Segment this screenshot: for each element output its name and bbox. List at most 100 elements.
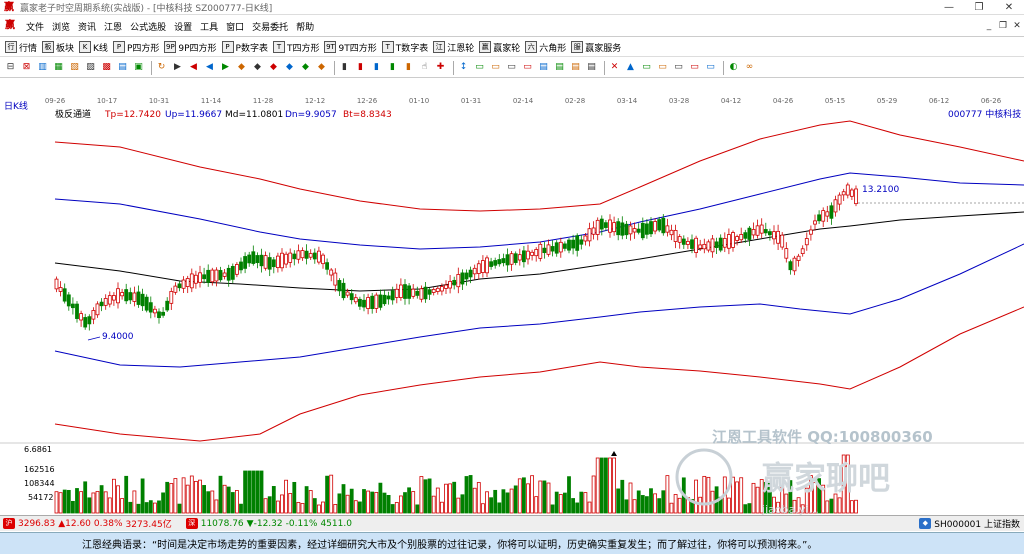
- menu-help[interactable]: 帮助: [296, 20, 314, 33]
- x-tick-label: 05-29: [877, 97, 897, 105]
- drawing-tool-icon[interactable]: ▭: [672, 61, 685, 74]
- drawing-tool-icon[interactable]: ▶: [171, 61, 184, 74]
- maximize-button[interactable]: ❐: [964, 0, 994, 15]
- drawing-tool-icon[interactable]: ☝: [418, 61, 431, 74]
- x-tick-label: 11-14: [201, 97, 222, 105]
- current-index-label[interactable]: SH000001 上证指数: [934, 517, 1020, 530]
- drawing-tool-icon[interactable]: ∞: [743, 61, 756, 74]
- menu-file[interactable]: 文件: [26, 20, 44, 33]
- candle-body: [460, 272, 465, 285]
- candle-body: [788, 261, 793, 271]
- candle-body: [681, 238, 686, 245]
- drawing-tool-icon[interactable]: ▮: [386, 61, 399, 74]
- drawing-tool-icon[interactable]: ▭: [704, 61, 717, 74]
- drawing-tool-icon[interactable]: ↻: [155, 61, 168, 74]
- minimize-button[interactable]: —: [934, 0, 964, 15]
- volume-bar: [362, 489, 366, 514]
- toolbar-button[interactable]: T T四方形: [272, 41, 320, 54]
- drawing-tool-icon[interactable]: ✚: [434, 61, 447, 74]
- volume-bar: [505, 492, 510, 514]
- menu-info[interactable]: 资讯: [78, 20, 96, 33]
- volume-bar: [329, 474, 334, 514]
- menu-tools[interactable]: 工具: [200, 20, 218, 33]
- drawing-tool-icon[interactable]: ▭: [505, 61, 518, 74]
- drawing-tool-icon[interactable]: ▨: [84, 61, 97, 74]
- drawing-tool-icon[interactable]: ▮: [402, 61, 415, 74]
- child-restore-button[interactable]: ❐: [996, 16, 1010, 36]
- toolbar-button[interactable]: P P四方形: [112, 41, 159, 54]
- drawing-tool-icon[interactable]: ▮: [354, 61, 367, 74]
- toolbar-button[interactable]: K K线: [79, 41, 108, 54]
- drawing-tool-icon[interactable]: ▣: [132, 61, 145, 74]
- drawing-tool-icon[interactable]: ▭: [640, 61, 653, 74]
- toolbar-button[interactable]: 9T 9T四方形: [324, 41, 377, 54]
- drawing-tool-icon[interactable]: ▮: [338, 61, 351, 74]
- candle-body: [419, 288, 424, 300]
- watermark-logo-text: 赢家聊吧: [762, 459, 890, 497]
- child-close-button[interactable]: ✕: [1010, 16, 1024, 36]
- toolbar-label: T四方形: [286, 43, 320, 54]
- toolbar-button[interactable]: 赢赢家轮: [479, 41, 520, 54]
- child-minimize-button[interactable]: _: [982, 16, 996, 36]
- volume-bar: [333, 504, 338, 514]
- menu-gann[interactable]: 江恩: [104, 20, 122, 33]
- candle-body: [534, 249, 539, 257]
- drawing-tool-icon[interactable]: ◐: [727, 61, 740, 74]
- drawing-tool-icon[interactable]: ▧: [68, 61, 81, 74]
- drawing-tool-icon[interactable]: ▥: [36, 61, 49, 74]
- drawing-tool-icon[interactable]: ✕: [608, 61, 621, 74]
- drawing-tool-icon[interactable]: ◆: [315, 61, 328, 74]
- menu-settings[interactable]: 设置: [174, 20, 192, 33]
- volume-bar: [292, 481, 297, 514]
- drawing-tool-icon[interactable]: ▶: [219, 61, 232, 74]
- drawing-tool-icon[interactable]: ⊠: [20, 61, 33, 74]
- toolbar-button[interactable]: T T数字表: [381, 41, 428, 54]
- toolbar-button[interactable]: 六六角形: [525, 41, 566, 54]
- drawing-tool-icon[interactable]: ◀: [187, 61, 200, 74]
- volume-bar: [657, 498, 662, 514]
- drawing-tool-icon[interactable]: ▭: [688, 61, 701, 74]
- drawing-tool-icon[interactable]: ▤: [553, 61, 566, 74]
- drawing-tool-icon[interactable]: ▮: [370, 61, 383, 74]
- close-button[interactable]: ✕: [994, 0, 1024, 15]
- drawing-tool-icon[interactable]: ▦: [52, 61, 65, 74]
- drawing-tool-icon[interactable]: ▭: [656, 61, 669, 74]
- drawing-tool-icon[interactable]: ◆: [251, 61, 264, 74]
- menu-trade[interactable]: 交易委托: [252, 20, 288, 33]
- volume-bar: [837, 497, 842, 514]
- drawing-tool-icon[interactable]: ▲: [624, 61, 637, 74]
- toolbar-button[interactable]: 服赢家服务: [571, 41, 621, 54]
- volume-bar: [645, 496, 649, 514]
- toolbar-button[interactable]: 行行情: [5, 41, 37, 54]
- drawing-tool-icon[interactable]: ▭: [521, 61, 534, 74]
- drawing-tool-icon[interactable]: ▤: [537, 61, 550, 74]
- volume-bar: [604, 457, 608, 514]
- drawing-tool-icon[interactable]: ◀: [203, 61, 216, 74]
- drawing-tool-icon[interactable]: ▭: [489, 61, 502, 74]
- toolbar-button[interactable]: P P数字表: [221, 41, 268, 54]
- drawing-tool-icon[interactable]: ↕: [457, 61, 470, 74]
- drawing-tool-icon[interactable]: ▩: [100, 61, 113, 74]
- menu-browse[interactable]: 浏览: [52, 20, 70, 33]
- chart-area[interactable]: 09-26 10-17 10-31 11-14 11-28 12-12 12-26 01-10…: [0, 79, 1024, 516]
- drawing-tool-icon[interactable]: ▤: [569, 61, 582, 74]
- volume-bar: [407, 487, 412, 514]
- drawing-tool-icon[interactable]: ◆: [299, 61, 312, 74]
- toolbar-button[interactable]: 江江恩轮: [433, 41, 474, 54]
- toolbar-button[interactable]: 板板块: [42, 41, 74, 54]
- candle-body: [312, 252, 317, 260]
- drawing-tool-icon[interactable]: ◆: [283, 61, 296, 74]
- volume-bar: [743, 504, 748, 514]
- volume-bar: [345, 494, 350, 514]
- kline-chart[interactable]: 09-26 10-17 10-31 11-14 11-28 12-12 12-26 01-10…: [0, 79, 1024, 516]
- drawing-tool-icon[interactable]: ⊟: [4, 61, 17, 74]
- toolbar-button[interactable]: 9P 9P四方形: [164, 41, 217, 54]
- drawing-tool-icon[interactable]: ▭: [473, 61, 486, 74]
- drawing-tool-icon[interactable]: ◆: [235, 61, 248, 74]
- drawing-tool-icon[interactable]: ▤: [116, 61, 129, 74]
- bt-value: Bt=8.8343: [343, 110, 392, 120]
- menu-formula[interactable]: 公式选股: [130, 20, 166, 33]
- menu-window[interactable]: 窗口: [226, 20, 244, 33]
- drawing-tool-icon[interactable]: ◆: [267, 61, 280, 74]
- drawing-tool-icon[interactable]: ▤: [585, 61, 598, 74]
